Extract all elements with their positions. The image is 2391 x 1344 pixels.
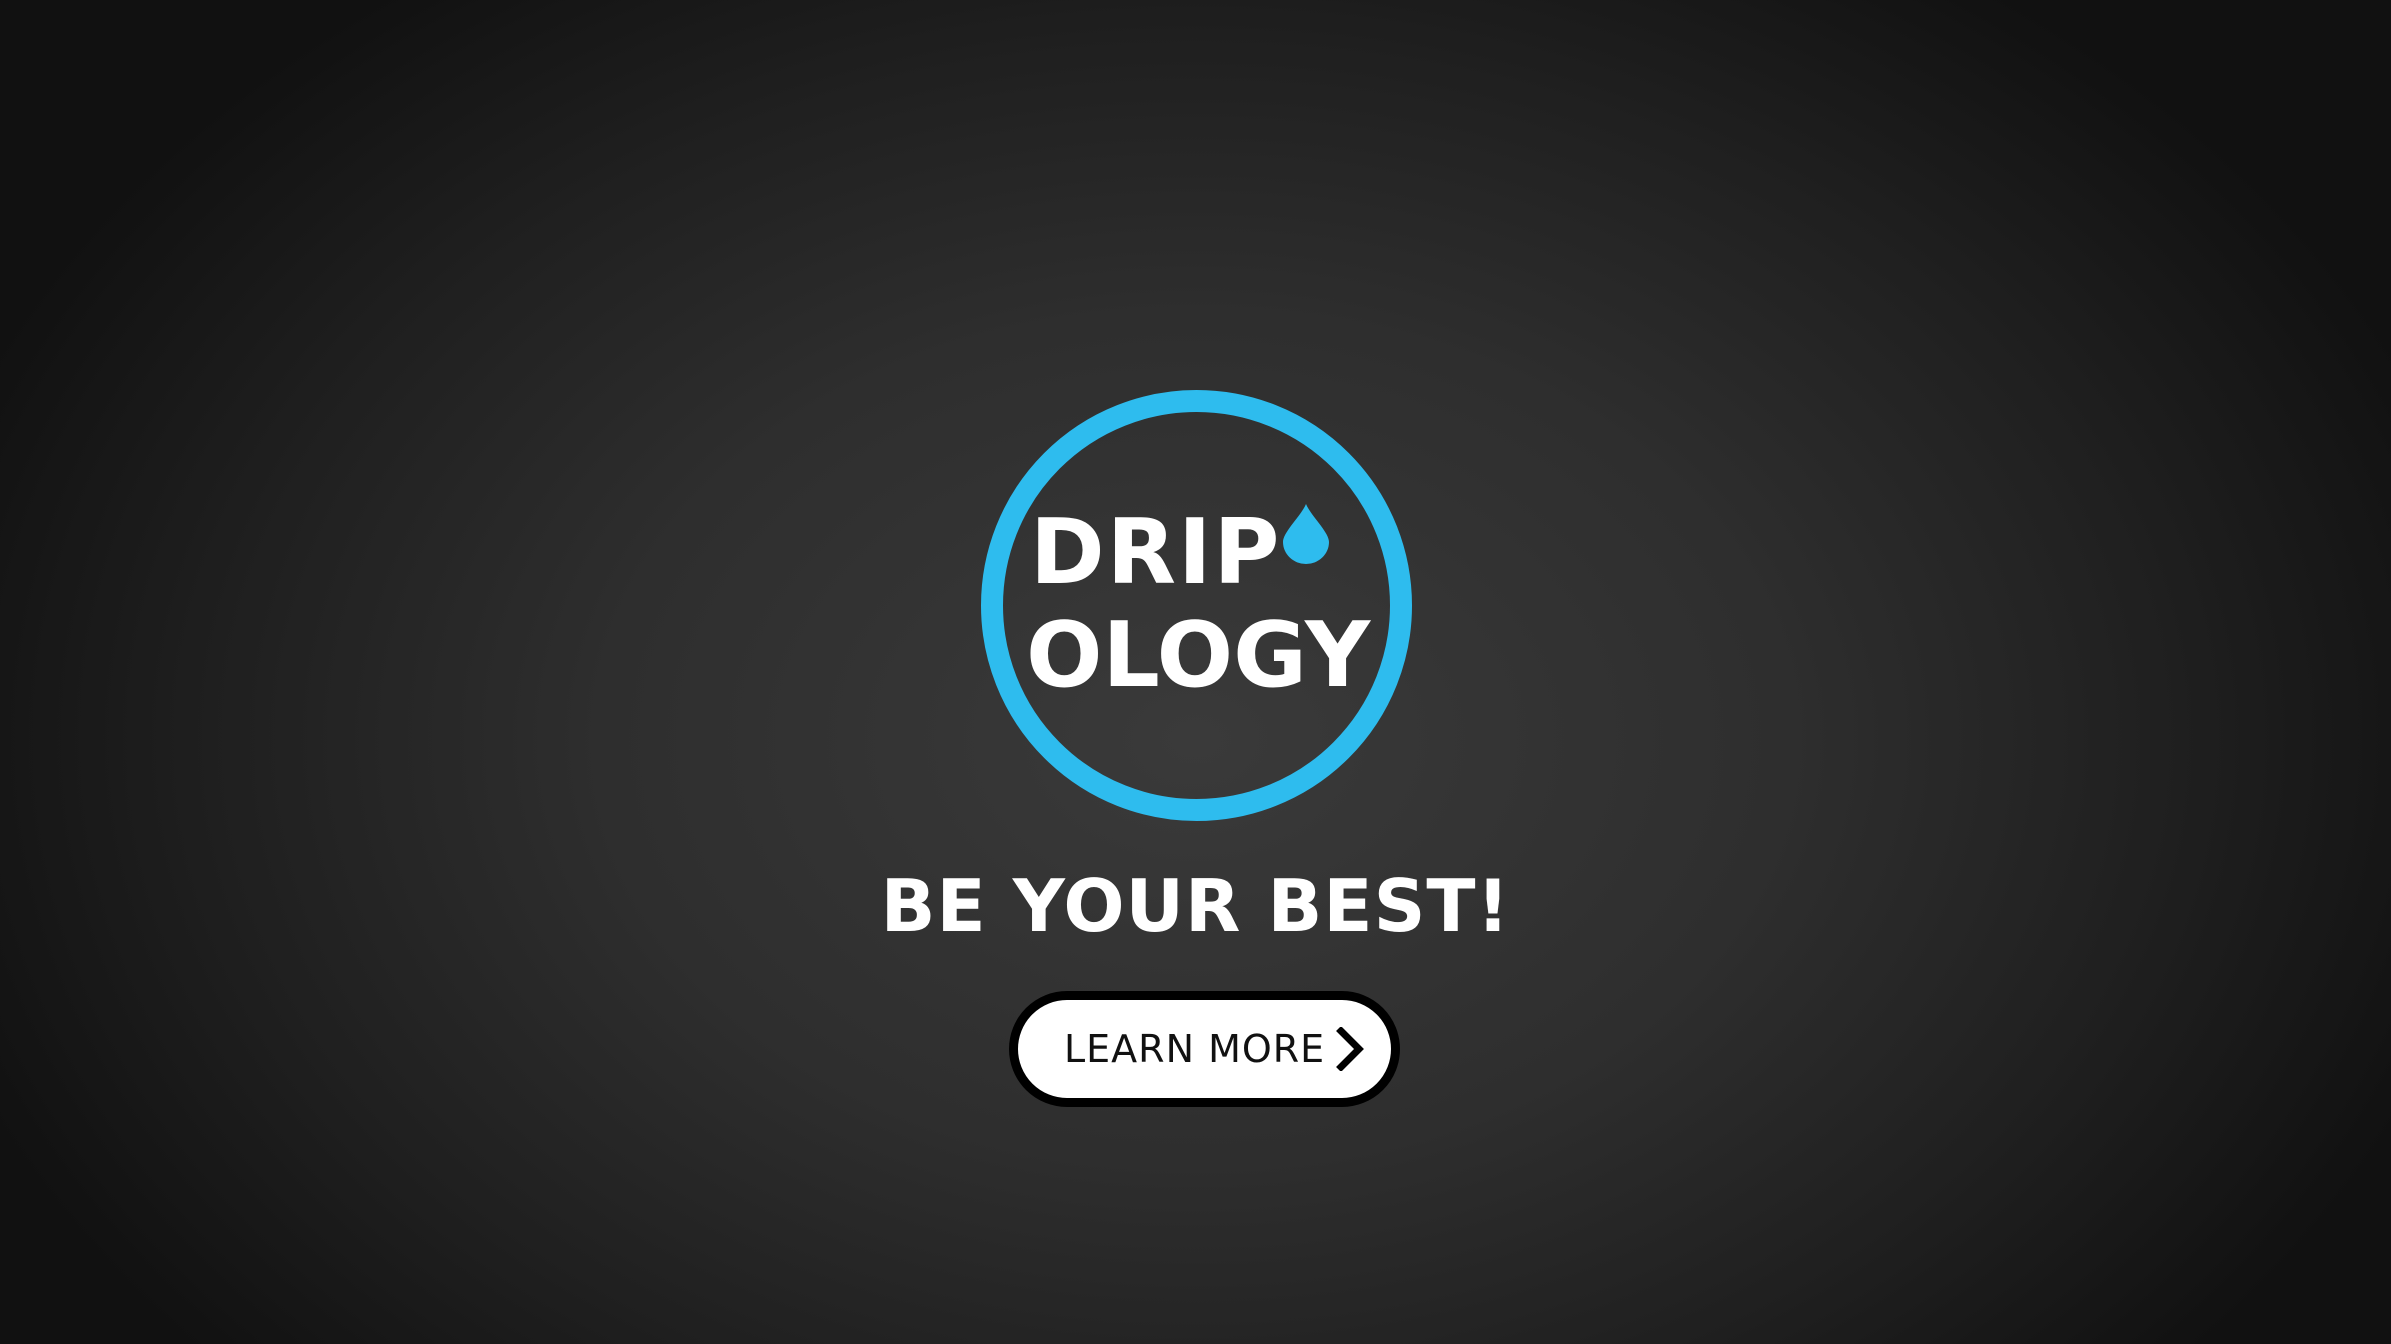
chevron-right-shape (1336, 1027, 1364, 1071)
water-drop-shape (1283, 504, 1329, 564)
water-drop-icon (1283, 504, 1329, 564)
logo-line-ology: OLOGY (1026, 603, 1371, 708)
learn-more-label: LEARN MORE (1064, 1027, 1326, 1071)
chevron-right-icon (1336, 1027, 1364, 1071)
tagline: BE YOUR BEST! (880, 864, 1511, 948)
learn-more-button[interactable]: LEARN MORE (1009, 991, 1400, 1107)
logo-line-drip: DRIP (1030, 500, 1282, 605)
